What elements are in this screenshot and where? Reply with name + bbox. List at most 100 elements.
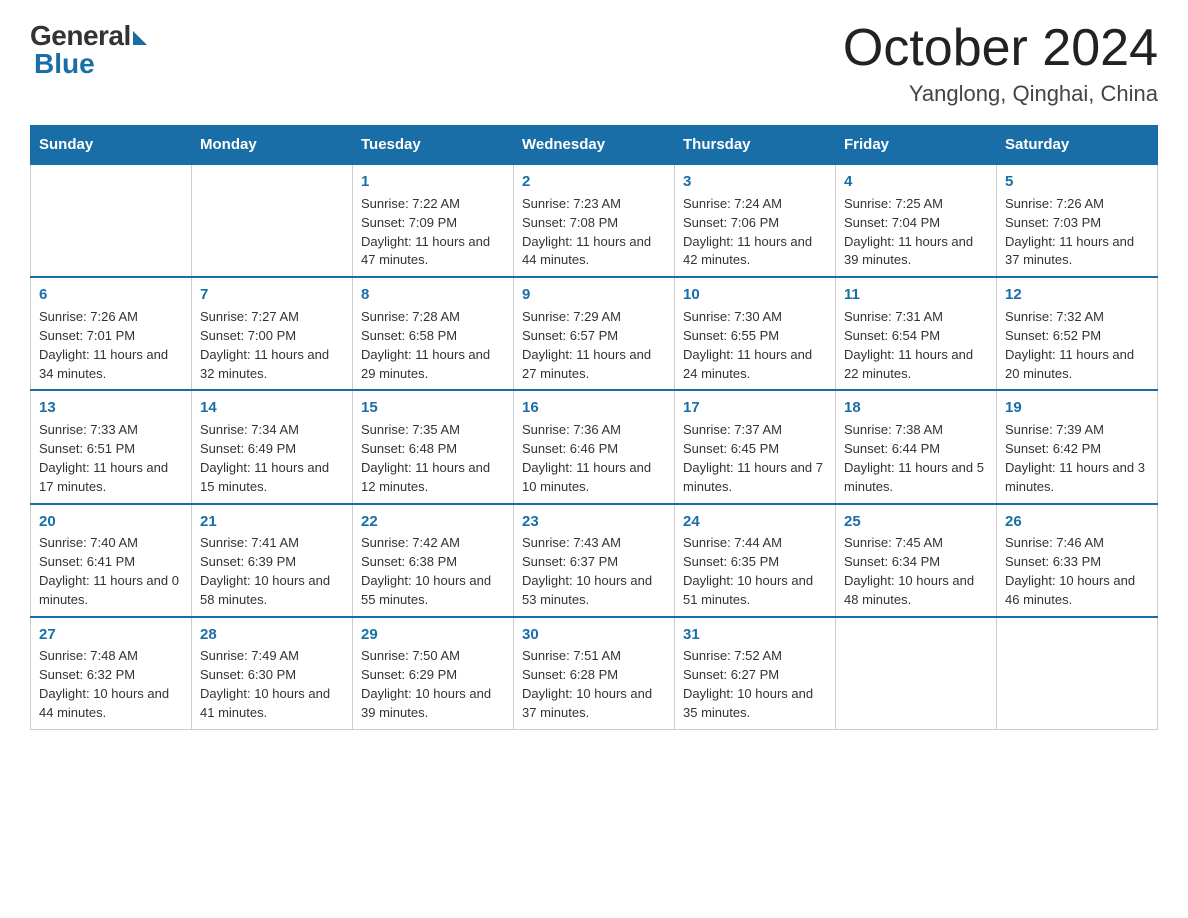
- days-of-week-row: SundayMondayTuesdayWednesdayThursdayFrid…: [31, 126, 1158, 165]
- day-number: 26: [1005, 511, 1149, 533]
- day-number: 12: [1005, 284, 1149, 306]
- day-number: 8: [361, 284, 505, 306]
- day-number: 29: [361, 624, 505, 646]
- day-info: Sunrise: 7:22 AMSunset: 7:09 PMDaylight:…: [361, 195, 505, 270]
- day-info: Sunrise: 7:34 AMSunset: 6:49 PMDaylight:…: [200, 421, 344, 496]
- day-number: 19: [1005, 397, 1149, 419]
- day-info: Sunrise: 7:30 AMSunset: 6:55 PMDaylight:…: [683, 308, 827, 383]
- day-of-week-header: Tuesday: [353, 126, 514, 165]
- calendar-day-cell: [192, 164, 353, 277]
- calendar-day-cell: 22Sunrise: 7:42 AMSunset: 6:38 PMDayligh…: [353, 504, 514, 617]
- calendar-day-cell: 13Sunrise: 7:33 AMSunset: 6:51 PMDayligh…: [31, 390, 192, 503]
- calendar-week-row: 13Sunrise: 7:33 AMSunset: 6:51 PMDayligh…: [31, 390, 1158, 503]
- day-number: 15: [361, 397, 505, 419]
- day-number: 31: [683, 624, 827, 646]
- day-number: 17: [683, 397, 827, 419]
- calendar-day-cell: [997, 617, 1158, 730]
- day-number: 18: [844, 397, 988, 419]
- calendar-day-cell: 10Sunrise: 7:30 AMSunset: 6:55 PMDayligh…: [675, 277, 836, 390]
- day-number: 3: [683, 171, 827, 193]
- day-info: Sunrise: 7:27 AMSunset: 7:00 PMDaylight:…: [200, 308, 344, 383]
- calendar-day-cell: 5Sunrise: 7:26 AMSunset: 7:03 PMDaylight…: [997, 164, 1158, 277]
- day-info: Sunrise: 7:28 AMSunset: 6:58 PMDaylight:…: [361, 308, 505, 383]
- day-number: 20: [39, 511, 183, 533]
- calendar-day-cell: [836, 617, 997, 730]
- calendar-week-row: 27Sunrise: 7:48 AMSunset: 6:32 PMDayligh…: [31, 617, 1158, 730]
- day-info: Sunrise: 7:40 AMSunset: 6:41 PMDaylight:…: [39, 534, 183, 609]
- day-info: Sunrise: 7:44 AMSunset: 6:35 PMDaylight:…: [683, 534, 827, 609]
- day-info: Sunrise: 7:38 AMSunset: 6:44 PMDaylight:…: [844, 421, 988, 496]
- day-number: 4: [844, 171, 988, 193]
- day-number: 16: [522, 397, 666, 419]
- day-number: 27: [39, 624, 183, 646]
- calendar-day-cell: 17Sunrise: 7:37 AMSunset: 6:45 PMDayligh…: [675, 390, 836, 503]
- day-info: Sunrise: 7:52 AMSunset: 6:27 PMDaylight:…: [683, 647, 827, 722]
- calendar-day-cell: 25Sunrise: 7:45 AMSunset: 6:34 PMDayligh…: [836, 504, 997, 617]
- day-info: Sunrise: 7:25 AMSunset: 7:04 PMDaylight:…: [844, 195, 988, 270]
- day-of-week-header: Thursday: [675, 126, 836, 165]
- calendar-week-row: 6Sunrise: 7:26 AMSunset: 7:01 PMDaylight…: [31, 277, 1158, 390]
- day-info: Sunrise: 7:23 AMSunset: 7:08 PMDaylight:…: [522, 195, 666, 270]
- day-of-week-header: Sunday: [31, 126, 192, 165]
- day-info: Sunrise: 7:48 AMSunset: 6:32 PMDaylight:…: [39, 647, 183, 722]
- day-number: 2: [522, 171, 666, 193]
- day-info: Sunrise: 7:41 AMSunset: 6:39 PMDaylight:…: [200, 534, 344, 609]
- day-number: 1: [361, 171, 505, 193]
- calendar-day-cell: 19Sunrise: 7:39 AMSunset: 6:42 PMDayligh…: [997, 390, 1158, 503]
- calendar-week-row: 1Sunrise: 7:22 AMSunset: 7:09 PMDaylight…: [31, 164, 1158, 277]
- calendar-day-cell: [31, 164, 192, 277]
- calendar-day-cell: 23Sunrise: 7:43 AMSunset: 6:37 PMDayligh…: [514, 504, 675, 617]
- day-number: 5: [1005, 171, 1149, 193]
- calendar-day-cell: 11Sunrise: 7:31 AMSunset: 6:54 PMDayligh…: [836, 277, 997, 390]
- day-of-week-header: Saturday: [997, 126, 1158, 165]
- day-number: 25: [844, 511, 988, 533]
- calendar-day-cell: 28Sunrise: 7:49 AMSunset: 6:30 PMDayligh…: [192, 617, 353, 730]
- calendar-day-cell: 16Sunrise: 7:36 AMSunset: 6:46 PMDayligh…: [514, 390, 675, 503]
- day-of-week-header: Wednesday: [514, 126, 675, 165]
- calendar-day-cell: 1Sunrise: 7:22 AMSunset: 7:09 PMDaylight…: [353, 164, 514, 277]
- day-info: Sunrise: 7:49 AMSunset: 6:30 PMDaylight:…: [200, 647, 344, 722]
- day-info: Sunrise: 7:36 AMSunset: 6:46 PMDaylight:…: [522, 421, 666, 496]
- title-block: October 2024 Yanglong, Qinghai, China: [843, 20, 1158, 107]
- day-info: Sunrise: 7:29 AMSunset: 6:57 PMDaylight:…: [522, 308, 666, 383]
- day-info: Sunrise: 7:26 AMSunset: 7:03 PMDaylight:…: [1005, 195, 1149, 270]
- day-number: 21: [200, 511, 344, 533]
- logo-triangle-icon: [133, 31, 147, 45]
- day-number: 9: [522, 284, 666, 306]
- calendar-week-row: 20Sunrise: 7:40 AMSunset: 6:41 PMDayligh…: [31, 504, 1158, 617]
- day-info: Sunrise: 7:24 AMSunset: 7:06 PMDaylight:…: [683, 195, 827, 270]
- day-info: Sunrise: 7:43 AMSunset: 6:37 PMDaylight:…: [522, 534, 666, 609]
- logo-blue-text: Blue: [34, 48, 95, 80]
- calendar-day-cell: 21Sunrise: 7:41 AMSunset: 6:39 PMDayligh…: [192, 504, 353, 617]
- calendar-day-cell: 12Sunrise: 7:32 AMSunset: 6:52 PMDayligh…: [997, 277, 1158, 390]
- day-number: 7: [200, 284, 344, 306]
- day-info: Sunrise: 7:32 AMSunset: 6:52 PMDaylight:…: [1005, 308, 1149, 383]
- day-info: Sunrise: 7:39 AMSunset: 6:42 PMDaylight:…: [1005, 421, 1149, 496]
- month-title: October 2024: [843, 20, 1158, 77]
- day-number: 14: [200, 397, 344, 419]
- day-number: 11: [844, 284, 988, 306]
- calendar-table: SundayMondayTuesdayWednesdayThursdayFrid…: [30, 125, 1158, 730]
- calendar-day-cell: 18Sunrise: 7:38 AMSunset: 6:44 PMDayligh…: [836, 390, 997, 503]
- calendar-day-cell: 20Sunrise: 7:40 AMSunset: 6:41 PMDayligh…: [31, 504, 192, 617]
- calendar-day-cell: 2Sunrise: 7:23 AMSunset: 7:08 PMDaylight…: [514, 164, 675, 277]
- day-info: Sunrise: 7:51 AMSunset: 6:28 PMDaylight:…: [522, 647, 666, 722]
- day-info: Sunrise: 7:50 AMSunset: 6:29 PMDaylight:…: [361, 647, 505, 722]
- day-number: 10: [683, 284, 827, 306]
- calendar-day-cell: 26Sunrise: 7:46 AMSunset: 6:33 PMDayligh…: [997, 504, 1158, 617]
- day-info: Sunrise: 7:31 AMSunset: 6:54 PMDaylight:…: [844, 308, 988, 383]
- calendar-day-cell: 14Sunrise: 7:34 AMSunset: 6:49 PMDayligh…: [192, 390, 353, 503]
- day-info: Sunrise: 7:26 AMSunset: 7:01 PMDaylight:…: [39, 308, 183, 383]
- day-of-week-header: Friday: [836, 126, 997, 165]
- calendar-day-cell: 3Sunrise: 7:24 AMSunset: 7:06 PMDaylight…: [675, 164, 836, 277]
- day-of-week-header: Monday: [192, 126, 353, 165]
- day-info: Sunrise: 7:45 AMSunset: 6:34 PMDaylight:…: [844, 534, 988, 609]
- logo: General Blue: [30, 20, 147, 80]
- day-number: 6: [39, 284, 183, 306]
- calendar-day-cell: 15Sunrise: 7:35 AMSunset: 6:48 PMDayligh…: [353, 390, 514, 503]
- location-title: Yanglong, Qinghai, China: [843, 81, 1158, 107]
- day-info: Sunrise: 7:35 AMSunset: 6:48 PMDaylight:…: [361, 421, 505, 496]
- calendar-day-cell: 24Sunrise: 7:44 AMSunset: 6:35 PMDayligh…: [675, 504, 836, 617]
- day-info: Sunrise: 7:33 AMSunset: 6:51 PMDaylight:…: [39, 421, 183, 496]
- day-number: 28: [200, 624, 344, 646]
